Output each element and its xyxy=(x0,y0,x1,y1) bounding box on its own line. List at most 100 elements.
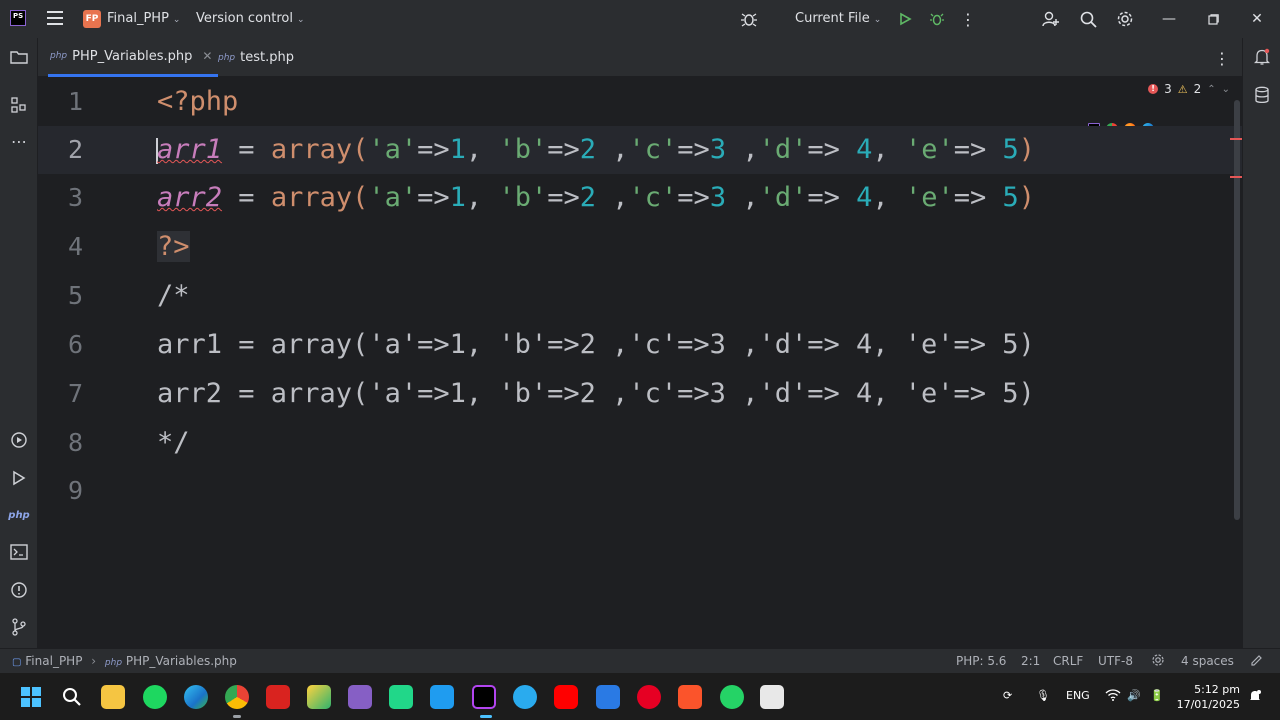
close-tab-icon[interactable]: ✕ xyxy=(202,49,212,63)
services-icon[interactable] xyxy=(9,430,29,450)
more-tools-icon[interactable]: ⋯ xyxy=(9,131,29,151)
read-only-lock-icon[interactable] xyxy=(1250,653,1263,669)
notifications-bell-icon[interactable] xyxy=(1252,47,1272,67)
microphone-icon[interactable]: 🎙 xyxy=(1036,689,1050,702)
code-line-3: 3 arr2 = array('a'=>1, 'b'=>2 ,'c'=>3 ,'… xyxy=(38,174,1242,222)
whatsapp-icon[interactable] xyxy=(720,685,744,709)
minimize-button[interactable]: — xyxy=(1159,9,1179,29)
php-tool-icon[interactable]: php xyxy=(8,505,29,525)
debug-icon[interactable] xyxy=(927,9,947,29)
run-configuration-selector[interactable]: Current File ⌄ xyxy=(795,11,881,26)
edge-taskbar-icon[interactable] xyxy=(184,685,208,709)
spotify-icon[interactable] xyxy=(143,685,167,709)
operator-token: => xyxy=(953,182,1003,213)
database-icon[interactable] xyxy=(1252,85,1272,105)
windows-start-icon[interactable] xyxy=(19,685,43,709)
version-control-menu[interactable]: Version control ⌄ xyxy=(196,11,305,26)
system-clock[interactable]: 5:12 pm 17/01/2025 xyxy=(1177,682,1240,712)
run-tool-icon[interactable] xyxy=(9,468,29,488)
code-style-gear-icon[interactable] xyxy=(1151,653,1165,670)
maximize-button[interactable] xyxy=(1203,9,1223,29)
debug-bug-icon[interactable] xyxy=(739,9,759,29)
phpstorm-logo-icon[interactable]: PS xyxy=(10,10,26,26)
breadcrumb-file[interactable]: PHP_Variables.php xyxy=(126,654,237,668)
brave-icon[interactable] xyxy=(678,685,702,709)
visual-studio-icon[interactable] xyxy=(348,685,372,709)
close-window-button[interactable]: ✕ xyxy=(1247,9,1267,29)
notes-app-icon[interactable] xyxy=(307,685,331,709)
line-separator[interactable]: CRLF xyxy=(1053,654,1083,668)
notification-center-icon[interactable] xyxy=(1248,689,1262,706)
tab-test[interactable]: php test.php xyxy=(218,38,294,77)
search-icon[interactable] xyxy=(1078,9,1098,29)
chrome-taskbar-icon[interactable] xyxy=(225,685,249,709)
clion-icon[interactable] xyxy=(389,685,413,709)
more-actions-icon[interactable]: ⋮ xyxy=(958,9,978,29)
code-line-9: 9 xyxy=(38,467,1242,515)
project-folder-icon[interactable] xyxy=(9,47,29,67)
problems-icon[interactable] xyxy=(9,580,29,600)
acrobat-icon[interactable] xyxy=(266,685,290,709)
input-language[interactable]: ENG xyxy=(1066,689,1090,702)
operator-token: = xyxy=(222,182,271,213)
project-selector[interactable]: Final_PHP ⌄ xyxy=(107,11,180,26)
terminal-icon[interactable] xyxy=(9,542,29,562)
string-token: 'c' xyxy=(628,182,678,213)
error-stripe-mark[interactable] xyxy=(1230,176,1242,178)
php-language-level[interactable]: PHP: 5.6 xyxy=(956,654,1006,668)
operator-token: => xyxy=(417,182,450,213)
error-stripe-mark[interactable] xyxy=(1230,138,1242,140)
run-icon[interactable] xyxy=(895,9,915,29)
function-token: array( xyxy=(270,182,369,213)
settings-gear-icon[interactable] xyxy=(1115,9,1135,29)
php-close-tag: ?> xyxy=(157,231,190,262)
taskbar-search-icon[interactable] xyxy=(60,685,84,709)
code-editor[interactable]: ! 3 ⚠ 2 ⌃ ⌄ 1 <?php 2 arr1 = array('a'=>… xyxy=(38,78,1242,648)
vscode-icon[interactable] xyxy=(430,685,454,709)
punct-token: , xyxy=(596,182,629,213)
number-token: 4 xyxy=(856,182,873,213)
operator-token: => xyxy=(807,134,857,165)
tab-options-icon[interactable]: ⋮ xyxy=(1214,49,1230,68)
php-file-icon: php xyxy=(218,52,236,63)
git-icon[interactable] xyxy=(9,617,29,637)
operator-token: => xyxy=(547,134,580,165)
tab-php-variables[interactable]: php PHP_Variables.php ✕ xyxy=(48,38,219,77)
string-token: 'd' xyxy=(758,134,808,165)
phpstorm-taskbar-icon[interactable] xyxy=(472,685,496,709)
project-badge[interactable]: FP xyxy=(83,10,101,28)
youtube-icon[interactable] xyxy=(554,685,578,709)
file-encoding[interactable]: UTF-8 xyxy=(1098,654,1133,668)
code-line-2: 2 arr1 = array('a'=>1, 'b'=>2 ,'c'=>3 ,'… xyxy=(38,126,1242,174)
volume-icon[interactable]: 🔊 xyxy=(1127,689,1141,702)
breadcrumb[interactable]: ▢ Final_PHP › php PHP_Variables.php xyxy=(12,654,237,668)
snipping-tool-icon[interactable] xyxy=(760,685,784,709)
sync-tray-icon[interactable]: ⟳ xyxy=(1003,689,1012,702)
caret-position[interactable]: 2:1 xyxy=(1021,654,1040,668)
chevron-down-icon: ⌄ xyxy=(873,15,882,25)
battery-icon[interactable]: 🔋 xyxy=(1150,689,1164,702)
vertical-scrollbar[interactable] xyxy=(1234,100,1240,520)
punct-token: , xyxy=(726,182,759,213)
clock-time: 5:12 pm xyxy=(1194,683,1240,696)
structure-icon[interactable] xyxy=(9,95,29,115)
main-menu-icon[interactable] xyxy=(47,11,63,25)
punct-token: , xyxy=(465,134,499,165)
add-user-icon[interactable] xyxy=(1041,9,1061,29)
tab-label: test.php xyxy=(240,50,294,65)
file-explorer-icon[interactable] xyxy=(101,685,125,709)
windows-taskbar: ⟳ 🎙 ENG 🔊 🔋 5:12 pm 17/01/2025 xyxy=(0,673,1280,720)
breadcrumb-project[interactable]: Final_PHP xyxy=(25,654,82,668)
editor-tabs: php PHP_Variables.php ✕ php test.php ⋮ xyxy=(38,38,1242,77)
telegram-icon[interactable] xyxy=(513,685,537,709)
indent-setting[interactable]: 4 spaces xyxy=(1181,654,1234,668)
operator-token: => xyxy=(547,182,580,213)
line-number: 9 xyxy=(67,476,83,505)
punct-token: , xyxy=(872,134,905,165)
photos-icon[interactable] xyxy=(596,685,620,709)
code-line-8: 8 */ xyxy=(38,419,1242,467)
pinterest-icon[interactable] xyxy=(637,685,661,709)
code-text: arr2 = array('a'=>1, 'b'=>2 ,'c'=>3 ,'d'… xyxy=(157,378,1035,409)
wifi-icon[interactable] xyxy=(1105,689,1121,704)
code-line-4: 4 ?> xyxy=(38,223,1242,271)
